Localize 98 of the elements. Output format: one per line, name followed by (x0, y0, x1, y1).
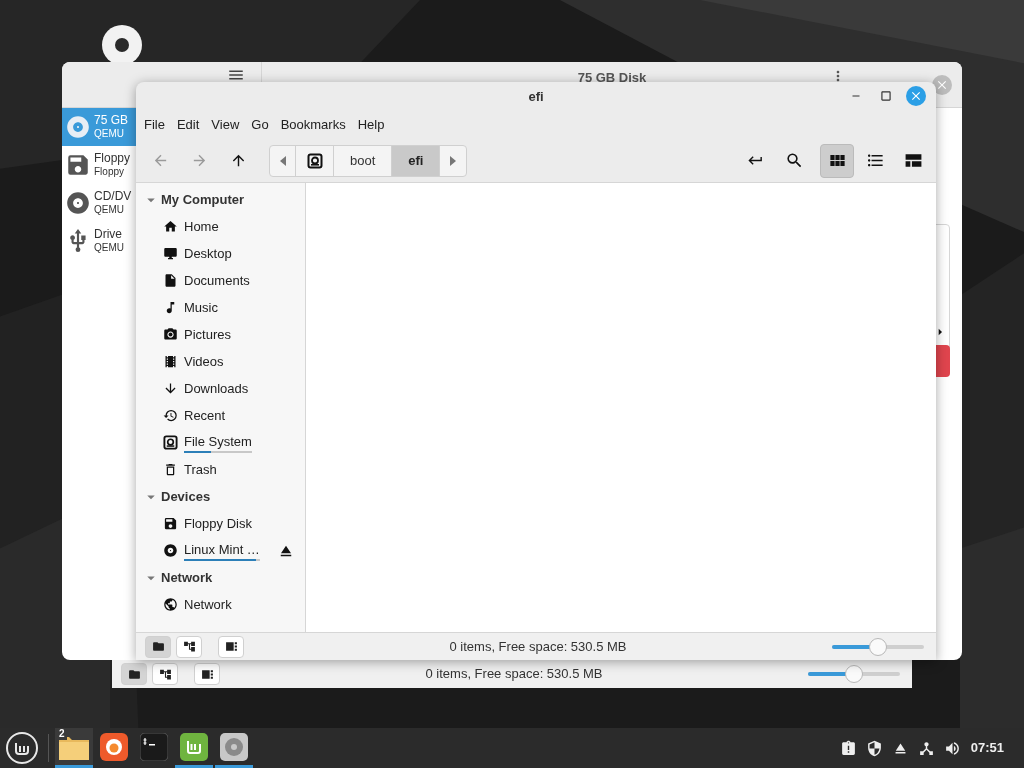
folder-button[interactable] (145, 635, 171, 658)
close-button[interactable] (906, 86, 926, 106)
taskbar-app[interactable]: 2 (55, 728, 93, 768)
sidebar-button[interactable] (218, 635, 244, 658)
folder-icon (151, 640, 165, 653)
clipboard-icon[interactable] (839, 739, 857, 757)
sidebar-item[interactable]: Recent (136, 402, 305, 429)
drive-name: 75 GB (94, 114, 129, 127)
sidebar-item[interactable]: Downloads (136, 375, 305, 402)
clock[interactable]: 07:51 (970, 738, 1004, 758)
maximize-icon (879, 89, 893, 103)
tree-button[interactable] (176, 635, 202, 658)
drive-model: QEMU (94, 203, 125, 216)
sidebar-label: Floppy Disk (184, 514, 252, 533)
drive-name: CD/DV (94, 190, 132, 203)
path-segment[interactable]: efi (392, 145, 441, 176)
drive-name: Floppy (94, 152, 131, 165)
drive-item[interactable]: CD/DV QEMU (62, 184, 136, 222)
camera-icon (163, 327, 178, 342)
status-text: 0 items, Free space: 530.5 MB (425, 665, 603, 684)
sidebar-item[interactable]: Videos (136, 348, 305, 375)
grid-view-button[interactable] (820, 143, 854, 178)
trash-icon (163, 462, 178, 477)
drive-icon (163, 435, 178, 450)
sidebar-item[interactable]: Linux Mint … (136, 537, 305, 564)
network-icon[interactable] (917, 739, 935, 757)
sidebar-item[interactable]: Music (136, 294, 305, 321)
menu-item[interactable]: View (205, 115, 246, 135)
right-triangle-icon (450, 155, 457, 166)
terminal-icon (140, 732, 168, 761)
drive-item[interactable]: Drive QEMU (62, 222, 136, 260)
mint-logo-icon (14, 740, 30, 756)
sidebar-icon (224, 640, 238, 653)
menu-item[interactable]: Edit (170, 115, 206, 135)
close-icon (935, 78, 949, 92)
menu-item[interactable]: Go (245, 115, 275, 135)
sidebar-label: Home (184, 217, 219, 236)
tree-icon (182, 640, 196, 653)
drive-model: QEMU (94, 241, 124, 254)
drive-model: QEMU (94, 127, 125, 140)
sidebar-label: Trash (184, 460, 217, 479)
globe-icon (163, 597, 178, 612)
floppy-icon (163, 516, 178, 531)
shield-icon[interactable] (865, 739, 883, 757)
status-text: 0 items, Free space: 530.5 MB (449, 637, 627, 656)
section-header: My Computer (161, 190, 245, 209)
drive-item[interactable]: Floppy Floppy (62, 146, 136, 184)
menu-item[interactable]: Bookmarks (274, 115, 352, 135)
compact-grid-icon (903, 151, 923, 170)
disk-utility-icon (220, 732, 248, 761)
drive-model: Floppy (94, 165, 125, 178)
sidebar-label: Documents (184, 271, 250, 290)
search-icon (784, 151, 804, 170)
tree-button[interactable] (152, 663, 178, 685)
clock-icon (163, 408, 178, 423)
left-triangle-icon (279, 155, 286, 166)
sidebar-item[interactable]: Pictures (136, 321, 305, 348)
folder-icon (127, 667, 141, 681)
sidebar-label: Linux Mint … (184, 540, 260, 559)
section-header: Devices (161, 487, 211, 506)
window-title: efi (528, 87, 544, 106)
section-header: Network (161, 568, 213, 587)
sidebar-item[interactable]: Home (136, 213, 305, 240)
sidebar-item[interactable]: Floppy Disk (136, 510, 305, 537)
monitor-icon (163, 246, 178, 261)
sidebar-label: Music (184, 298, 218, 317)
sidebar-item[interactable]: File System (136, 429, 305, 456)
sidebar-item[interactable]: Network (136, 591, 305, 618)
tree-icon (158, 667, 172, 681)
sidebar-label: Videos (184, 352, 224, 371)
menu-button[interactable] (6, 732, 38, 764)
sidebar-label: Pictures (184, 325, 231, 344)
window-title: 75 GB Disk (577, 69, 647, 87)
sidebar-label: Recent (184, 406, 226, 425)
sidebar-label: Network (184, 595, 232, 614)
folder-button[interactable] (121, 663, 147, 685)
menu-item[interactable]: Help (351, 115, 391, 135)
zoom-slider[interactable] (808, 665, 900, 683)
sidebar-icon (200, 667, 214, 681)
zoom-slider[interactable] (832, 637, 924, 656)
home-icon (163, 219, 178, 234)
sidebar-label: Downloads (184, 379, 249, 398)
sidebar-item[interactable]: Trash (136, 456, 305, 483)
close-icon (909, 89, 923, 103)
sidebar-label: File System (184, 432, 252, 451)
menu-item[interactable]: File (138, 115, 171, 135)
sidebar-label: Desktop (184, 244, 232, 263)
drive-icon (306, 152, 323, 169)
sidebar-item[interactable]: Desktop (136, 240, 305, 267)
document-icon (163, 273, 178, 288)
browser-icon (100, 732, 128, 761)
drive-name: Drive (94, 228, 123, 241)
floppy-icon (65, 152, 91, 178)
sidebar-button[interactable] (194, 663, 220, 685)
sidebar-item[interactable]: Documents (136, 267, 305, 294)
download-icon (163, 381, 178, 396)
film-icon (163, 354, 178, 369)
window-count: 2 (57, 728, 67, 740)
